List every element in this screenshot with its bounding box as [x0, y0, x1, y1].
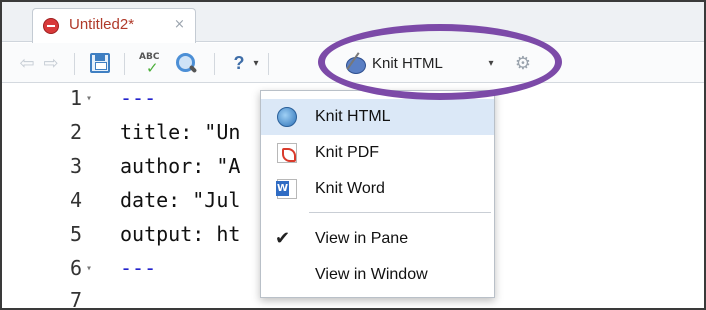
help-icon[interactable]: ? [230, 51, 248, 75]
toolbar-divider [124, 53, 125, 75]
line-number: 1 [69, 86, 82, 110]
tab-untitled2[interactable]: Untitled2* × [32, 8, 196, 43]
r-markdown-file-icon [43, 18, 59, 34]
menu-item-view-in-pane[interactable]: ✔ View in Pane [261, 221, 494, 257]
menu-item-label: Knit HTML [315, 108, 391, 125]
spell-check-mark-icon: ✓ [146, 59, 159, 77]
fold-toggle-icon[interactable]: ▾ [86, 263, 92, 274]
editor-toolbar: ⇦ ⇨ ABC ✓ ? ▾ Knit HTML ▾ ⚙ [2, 43, 704, 83]
toolbar-divider [74, 53, 75, 75]
menu-item-label: Knit PDF [315, 144, 380, 161]
fold-toggle-icon[interactable]: ▾ [86, 93, 92, 104]
knit-yarn-icon [342, 51, 368, 75]
word-icon [276, 179, 297, 199]
line-number: 5 [69, 222, 82, 246]
line-code: output: ht [120, 222, 241, 246]
tab-bar: Untitled2* × [2, 2, 704, 43]
menu-item-knit-html[interactable]: Knit HTML [261, 99, 494, 135]
menu-item-knit-word[interactable]: Knit Word [261, 171, 494, 207]
gear-icon[interactable]: ⚙ [512, 51, 534, 75]
close-tab-icon[interactable]: × [174, 17, 185, 32]
find-button[interactable] [174, 51, 198, 75]
line-number: 6 [69, 256, 82, 280]
pdf-icon [277, 143, 297, 163]
knit-button-label: Knit HTML [372, 54, 443, 72]
menu-item-knit-pdf[interactable]: Knit PDF [261, 135, 494, 171]
line-number: 7 [69, 288, 82, 310]
knit-button[interactable]: Knit HTML [342, 51, 482, 75]
spell-check-button[interactable]: ABC ✓ [137, 51, 165, 77]
save-button[interactable] [88, 51, 112, 75]
knit-dropdown-caret-icon[interactable]: ▾ [484, 51, 498, 75]
toolbar-divider [214, 53, 215, 75]
line-number: 4 [69, 188, 82, 212]
line-code: author: "A [120, 154, 241, 178]
menu-separator [309, 212, 491, 213]
back-arrow-icon[interactable]: ⇦ [16, 51, 38, 75]
search-icon [175, 52, 197, 74]
checkmark-icon: ✔ [275, 228, 291, 248]
menu-item-label: View in Pane [315, 230, 409, 247]
tab-title: Untitled2* [69, 16, 135, 33]
menu-item-view-in-window[interactable]: View in Window [261, 257, 494, 293]
line-code: --- [120, 86, 157, 110]
forward-arrow-icon[interactable]: ⇨ [40, 51, 62, 75]
line-code: --- [120, 256, 157, 280]
line-number: 3 [69, 154, 82, 178]
menu-item-label: Knit Word [315, 180, 385, 197]
line-number: 2 [69, 120, 82, 144]
line-code: title: "Un [120, 120, 241, 144]
line-code: date: "Jul [120, 188, 241, 212]
editor-window: Untitled2* × ⇦ ⇨ ABC ✓ ? ▾ Knit HTML ▾ ⚙ [0, 0, 706, 310]
save-icon [90, 53, 110, 73]
globe-icon [277, 107, 297, 127]
help-dropdown-caret-icon[interactable]: ▾ [250, 51, 262, 75]
toolbar-divider [268, 53, 269, 75]
knit-dropdown-menu: Knit HTML Knit PDF Knit Word ✔ View in P… [260, 90, 495, 298]
menu-item-label: View in Window [315, 266, 428, 283]
